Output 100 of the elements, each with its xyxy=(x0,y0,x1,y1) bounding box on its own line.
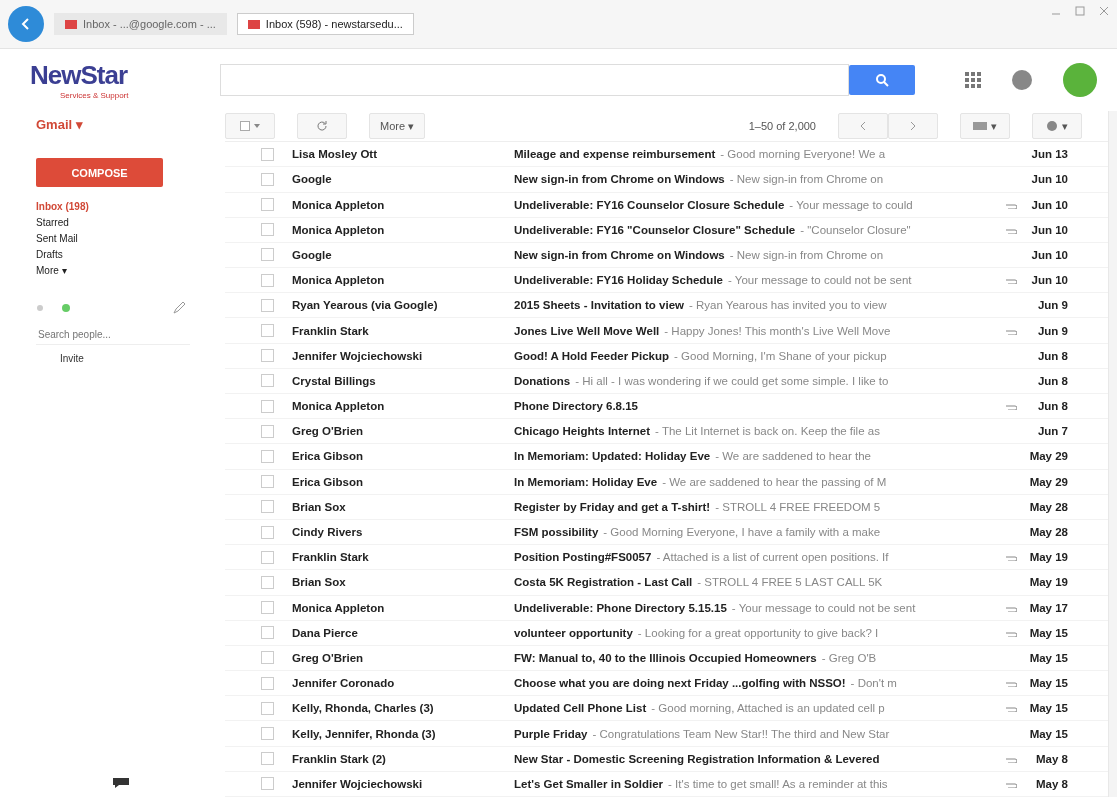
search-field[interactable] xyxy=(220,64,849,96)
back-button[interactable] xyxy=(8,6,44,42)
previous-page-button[interactable] xyxy=(838,113,888,140)
message-row[interactable]: Monica Appleton Undeliverable: Phone Directory 5.15.15 - Your message to could not be sent May 17 xyxy=(225,595,1108,621)
row-checkbox[interactable] xyxy=(261,601,274,615)
row-checkbox[interactable] xyxy=(261,298,274,312)
snippet: - Don't m xyxy=(850,677,897,690)
row-checkbox[interactable] xyxy=(261,676,274,690)
row-checkbox[interactable] xyxy=(261,651,274,665)
snippet: - It's time to get small! As a reminder at this xyxy=(668,777,888,790)
row-checkbox[interactable] xyxy=(261,525,274,539)
message-row[interactable]: Google New sign-in from Chrome on Windows - New sign-in from Chrome on Jun 10 xyxy=(225,242,1108,269)
row-checkbox[interactable] xyxy=(261,172,274,186)
message-row[interactable]: Franklin Stark Jones Live Well Move Well - Happy Jones! This month's Live Well Move Jun 9 xyxy=(225,318,1108,344)
message-row[interactable]: Jennifer Coronado Choose what you are doing next Friday ...golfing with NSSO! - Don't m May 15 xyxy=(225,671,1108,697)
message-row[interactable]: Cindy Rivers FSM possibility - Good Morning Everyone, I have a family with a make May 28 xyxy=(225,519,1108,546)
message-row[interactable]: Greg O'Brien Chicago Heights Internet - The Lit Internet is back on. Keep the file as Jun 7 xyxy=(225,419,1108,445)
row-checkbox[interactable] xyxy=(261,248,274,262)
message-row[interactable]: Franklin Stark Position Posting#FS0057 - Attached is a list of current open positions. If May 19 xyxy=(225,545,1108,571)
row-checkbox[interactable] xyxy=(261,727,274,741)
message-row[interactable]: Erica Gibson In Memoriam: Updated: Holiday Eve - We are saddened to hear the May 29 xyxy=(225,444,1108,470)
chat-icon[interactable] xyxy=(112,777,130,789)
message-row[interactable]: Jennifer Wojciechowski Let's Get Smaller in Soldier - It's time to get small! As a reminder at this May 8 xyxy=(225,771,1108,797)
message-row[interactable]: Greg O'Brien FW: Manual to, 40 to the Illinois Occupied Homeowners - Greg O'B May 15 xyxy=(225,645,1108,672)
sender: Kelly, Rhonda, Charles (3) xyxy=(292,702,435,715)
row-checkbox[interactable] xyxy=(261,399,274,413)
message-row[interactable]: Ryan Yearous (via Google) 2015 Sheets - Invitation to view - Ryan Yearous has invited you to view Jun 9 xyxy=(225,293,1108,319)
nav-item[interactable]: Starred xyxy=(36,215,225,231)
message-row[interactable]: Monica Appleton Phone Directory 6.8.15 Jun 8 xyxy=(225,394,1108,420)
refresh-button[interactable] xyxy=(297,113,347,140)
nav-item[interactable]: Inbox (198) xyxy=(36,199,225,215)
snippet: - Good morning, Attached is an updated cell p xyxy=(651,702,885,715)
sender: Google xyxy=(292,173,333,186)
nav-item[interactable]: Sent Mail xyxy=(36,231,225,247)
snippet: - Happy Jones! This month's Live Well Move xyxy=(664,324,891,337)
message-row[interactable]: Jennifer Wojciechowski Good! A Hold Feeder Pickup - Good Morning, I'm Shane of your pickup Jun 8 xyxy=(225,343,1108,369)
search-button[interactable] xyxy=(849,65,915,95)
row-checkbox[interactable] xyxy=(261,701,274,715)
message-row[interactable]: Monica Appleton Undeliverable: FY16 Counselor Closure Schedule - Your message to could Jun 10 xyxy=(225,192,1108,218)
new-chat-icon[interactable] xyxy=(172,301,186,315)
snippet: - Congratulations Team New Star!! The third and New Star xyxy=(592,727,890,740)
more-button[interactable]: More ▾ xyxy=(369,113,426,140)
next-page-button[interactable] xyxy=(888,113,938,140)
snippet: - Good Morning, I'm Shane of your pickup xyxy=(674,349,887,362)
row-checkbox[interactable] xyxy=(261,273,274,287)
nav-item[interactable]: Drafts xyxy=(36,247,225,263)
row-checkbox[interactable] xyxy=(261,550,274,564)
invite-link[interactable]: Invite xyxy=(60,353,225,364)
close-icon[interactable] xyxy=(1099,6,1109,16)
date: May 8 xyxy=(1035,752,1068,765)
date: Jun 8 xyxy=(1036,374,1068,387)
browser-tab[interactable]: Inbox (598) - newstarsedu... xyxy=(236,13,414,35)
message-row[interactable]: Kelly, Jennifer, Rhonda (3) Purple Friday - Congratulations Team New Star!! The third and New Star May 15 xyxy=(225,721,1108,747)
select-button[interactable] xyxy=(225,113,275,140)
avatar[interactable] xyxy=(1063,63,1097,97)
snippet: - Your message to could xyxy=(789,198,913,211)
message-row[interactable]: Kelly, Rhonda, Charles (3) Updated Cell Phone List - Good morning, Attached is an updated cell p May 15 xyxy=(225,696,1108,722)
message-row[interactable]: Franklin Stark (2) New Star - Domestic Screening Registration Information & Levered May 8 xyxy=(225,746,1108,772)
date: May 19 xyxy=(1028,576,1068,589)
date: May 29 xyxy=(1028,450,1068,463)
row-checkbox[interactable] xyxy=(261,777,274,791)
date: Jun 9 xyxy=(1036,299,1068,312)
row-checkbox[interactable] xyxy=(261,752,274,766)
app-menu[interactable]: Gmail ▾ xyxy=(36,117,225,132)
row-checkbox[interactable] xyxy=(261,626,274,640)
message-row[interactable]: Dana Pierce volunteer opportunity - Looking for a great opportunity to give back? I May 15 xyxy=(225,620,1108,646)
input-tools-button[interactable]: ▾ xyxy=(960,113,1010,140)
row-checkbox[interactable] xyxy=(261,500,274,514)
message-row[interactable]: Lisa Mosley Ott Mileage and expense reimbursement - Good morning Everyone! We a Jun 13 xyxy=(225,142,1108,168)
subject: Phone Directory 6.8.15 xyxy=(514,400,638,413)
compose-button[interactable]: COMPOSE xyxy=(36,158,163,187)
message-row[interactable]: Monica Appleton Undeliverable: FY16 Holiday Schedule - Your message to could not be sent Jun 10 xyxy=(225,268,1108,294)
subject: Undeliverable: FY16 "Counselor Closure" Schedule xyxy=(514,223,796,236)
row-checkbox[interactable] xyxy=(261,147,274,161)
row-checkbox[interactable] xyxy=(261,575,274,589)
date: Jun 13 xyxy=(1030,148,1068,161)
date: May 29 xyxy=(1028,475,1068,488)
row-checkbox[interactable] xyxy=(261,349,274,363)
browser-tab[interactable]: Inbox - ...@google.com - ... xyxy=(54,13,227,35)
row-checkbox[interactable] xyxy=(261,424,274,438)
snippet: - Your message to could not be sent xyxy=(728,274,912,287)
message-row[interactable]: Crystal Billings Donations - Hi all - I was wondering if we could get some simple. I like to Jun 8 xyxy=(225,368,1108,394)
message-row[interactable]: Brian Sox Register by Friday and get a T-shirt! - STROLL 4 FREE FREEDOM 5 May 28 xyxy=(225,494,1108,520)
date: Jun 8 xyxy=(1036,349,1068,362)
nav-item[interactable]: More ▾ xyxy=(36,263,225,279)
chevron-right-icon xyxy=(910,122,916,131)
row-checkbox[interactable] xyxy=(261,198,274,212)
message-row[interactable]: Monica Appleton Undeliverable: FY16 "Counselor Closure" Schedule - "Counselor Closure" Jun 10 xyxy=(225,217,1108,243)
row-checkbox[interactable] xyxy=(261,223,274,237)
row-checkbox[interactable] xyxy=(261,324,274,338)
settings-button[interactable]: ▾ xyxy=(1032,113,1082,140)
row-checkbox[interactable] xyxy=(261,449,274,463)
apps-grid-icon[interactable] xyxy=(965,72,981,88)
row-checkbox[interactable] xyxy=(261,475,274,489)
row-checkbox[interactable] xyxy=(261,374,274,388)
maximize-icon[interactable] xyxy=(1075,6,1085,16)
message-row[interactable]: Brian Sox Costa 5K Registration - Last Call - STROLL 4 FREE 5 LAST CALL 5K May 19 xyxy=(225,570,1108,596)
message-row[interactable]: Google New sign-in from Chrome on Windows - New sign-in from Chrome on Jun 10 xyxy=(225,167,1108,193)
message-row[interactable]: Erica Gibson In Memoriam: Holiday Eve - We are saddened to hear the passing of M May 29 xyxy=(225,469,1108,495)
date: Jun 9 xyxy=(1036,324,1068,337)
